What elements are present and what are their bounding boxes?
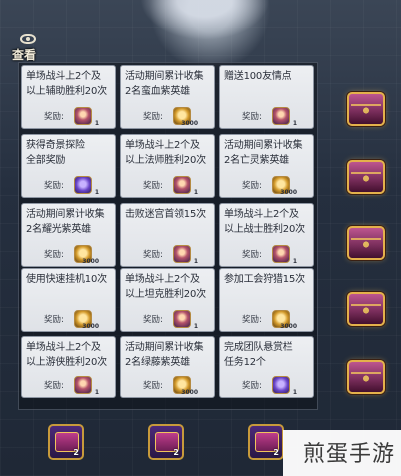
reward-quantity: 3000 <box>181 389 198 396</box>
task-card[interactable]: 单场战斗上2个及 以上坦克胜利20次奖励: 1 <box>120 268 215 332</box>
reward-quantity: 3000 <box>82 323 99 330</box>
bottom-chest-icon[interactable]: 2 <box>48 424 84 460</box>
task-card[interactable]: 单场战斗上2个及 以上辅助胜利20次奖励: 1 <box>21 65 116 129</box>
task-title: 单场战斗上2个及 以上坦克胜利20次 <box>125 274 206 300</box>
view-tab-label: 查看 <box>12 48 37 62</box>
reward-portrait-icon[interactable]: 1 <box>74 107 99 127</box>
reward-quantity: 3000 <box>82 258 99 265</box>
watermark: 煎蛋手游 <box>283 430 401 476</box>
view-tab[interactable]: 查看 <box>6 34 46 62</box>
task-card[interactable]: 单场战斗上2个及 以上游侠胜利20次奖励: 1 <box>21 336 116 398</box>
reward-label: 奖励: <box>143 315 163 325</box>
reward-label: 奖励: <box>143 112 163 122</box>
task-title: 活动期间累计收集 2名亡灵紫英雄 <box>224 140 303 166</box>
reward-label: 奖励: <box>242 112 262 122</box>
task-card[interactable]: 使用快速挂机10次奖励: 3000 <box>21 268 116 332</box>
task-card[interactable]: 单场战斗上2个及 以上战士胜利20次奖励: 1 <box>219 203 314 267</box>
reward-label: 奖励: <box>143 250 163 260</box>
reward-coin-icon[interactable]: 3000 <box>272 176 297 196</box>
reward-label: 奖励: <box>242 250 262 260</box>
eye-icon <box>20 34 36 44</box>
task-title: 单场战斗上2个及 以上辅助胜利20次 <box>26 71 107 97</box>
task-card[interactable]: 单场战斗上2个及 以上法师胜利20次奖励: 1 <box>120 134 215 198</box>
task-title: 活动期间累计收集 2名蛮血紫英雄 <box>125 71 204 97</box>
reward-quantity: 3000 <box>280 189 297 196</box>
reward-gem-icon[interactable]: 1 <box>74 176 99 196</box>
reward-label: 奖励: <box>44 250 64 260</box>
task-title: 击败迷宫首领15次 <box>125 209 206 220</box>
reward-quantity: 3000 <box>181 120 198 127</box>
task-card[interactable]: 赠送100友情点奖励: 1 <box>219 65 314 129</box>
reward-quantity: 1 <box>292 120 297 127</box>
reward-coin-icon[interactable]: 3000 <box>272 310 297 330</box>
reward-portrait-icon[interactable]: 1 <box>173 310 198 330</box>
task-card[interactable]: 活动期间累计收集 2名亡灵紫英雄奖励: 3000 <box>219 134 314 198</box>
task-title: 活动期间累计收集 2名耀光紫英雄 <box>26 209 105 235</box>
reward-label: 奖励: <box>242 315 262 325</box>
reward-label: 奖励: <box>44 381 64 391</box>
reward-quantity: 1 <box>94 189 99 196</box>
reward-label: 奖励: <box>143 381 163 391</box>
reward-quantity: 1 <box>193 189 198 196</box>
reward-portrait-icon[interactable]: 1 <box>272 107 297 127</box>
task-card[interactable]: 击败迷宫首领15次奖励: 1 <box>120 203 215 267</box>
reward-label: 奖励: <box>44 112 64 122</box>
reward-quantity: 1 <box>292 389 297 396</box>
task-card[interactable]: 参加工会狩猎15次奖励: 3000 <box>219 268 314 332</box>
row-chest-icon[interactable] <box>347 360 385 394</box>
reward-gem-icon[interactable]: 1 <box>272 376 297 396</box>
task-title: 单场战斗上2个及 以上战士胜利20次 <box>224 209 305 235</box>
reward-coin-icon[interactable]: 3000 <box>74 310 99 330</box>
row-chest-icon[interactable] <box>347 160 385 194</box>
reward-portrait-icon[interactable]: 1 <box>173 245 198 265</box>
reward-label: 奖励: <box>44 181 64 191</box>
task-card[interactable]: 活动期间累计收集 2名蛮血紫英雄奖励: 3000 <box>120 65 215 129</box>
reward-portrait-icon[interactable]: 1 <box>173 176 198 196</box>
task-title: 获得奇景探险 全部奖励 <box>26 140 85 166</box>
reward-label: 奖励: <box>242 181 262 191</box>
task-title: 单场战斗上2个及 以上法师胜利20次 <box>125 140 206 166</box>
bottom-chest-icon[interactable]: 2 <box>248 424 284 460</box>
reward-coin-icon[interactable]: 3000 <box>74 245 99 265</box>
task-title: 单场战斗上2个及 以上游侠胜利20次 <box>26 342 107 368</box>
watermark-text: 煎蛋手游 <box>302 442 395 467</box>
bottom-chest-icon[interactable]: 2 <box>148 424 184 460</box>
row-chest-icon[interactable] <box>347 92 385 126</box>
reward-quantity: 1 <box>292 258 297 265</box>
task-card[interactable]: 完成团队悬赏栏 任务12个奖励: 1 <box>219 336 314 398</box>
task-card[interactable]: 活动期间累计收集 2名绿藤紫英雄奖励: 3000 <box>120 336 215 398</box>
reward-portrait-icon[interactable]: 1 <box>74 376 99 396</box>
reward-quantity: 1 <box>193 258 198 265</box>
task-title: 使用快速挂机10次 <box>26 274 107 285</box>
task-card[interactable]: 获得奇景探险 全部奖励奖励: 1 <box>21 134 116 198</box>
chest-quantity: 2 <box>173 448 179 457</box>
reward-label: 奖励: <box>143 181 163 191</box>
chest-quantity: 2 <box>73 448 79 457</box>
reward-coin-icon[interactable]: 3000 <box>173 107 198 127</box>
reward-label: 奖励: <box>242 381 262 391</box>
reward-quantity: 3000 <box>280 323 297 330</box>
reward-coin-icon[interactable]: 3000 <box>173 376 198 396</box>
row-chest-icon[interactable] <box>347 226 385 260</box>
task-card[interactable]: 活动期间累计收集 2名耀光紫英雄奖励: 3000 <box>21 203 116 267</box>
chest-quantity: 2 <box>273 448 279 457</box>
reward-label: 奖励: <box>44 315 64 325</box>
reward-quantity: 1 <box>94 389 99 396</box>
task-title: 参加工会狩猎15次 <box>224 274 305 285</box>
task-title: 活动期间累计收集 2名绿藤紫英雄 <box>125 342 204 368</box>
task-title: 赠送100友情点 <box>224 71 292 82</box>
reward-quantity: 1 <box>94 120 99 127</box>
row-chest-icon[interactable] <box>347 292 385 326</box>
top-decoration <box>140 0 270 40</box>
reward-portrait-icon[interactable]: 1 <box>272 245 297 265</box>
task-title: 完成团队悬赏栏 任务12个 <box>224 342 293 368</box>
reward-quantity: 1 <box>193 323 198 330</box>
